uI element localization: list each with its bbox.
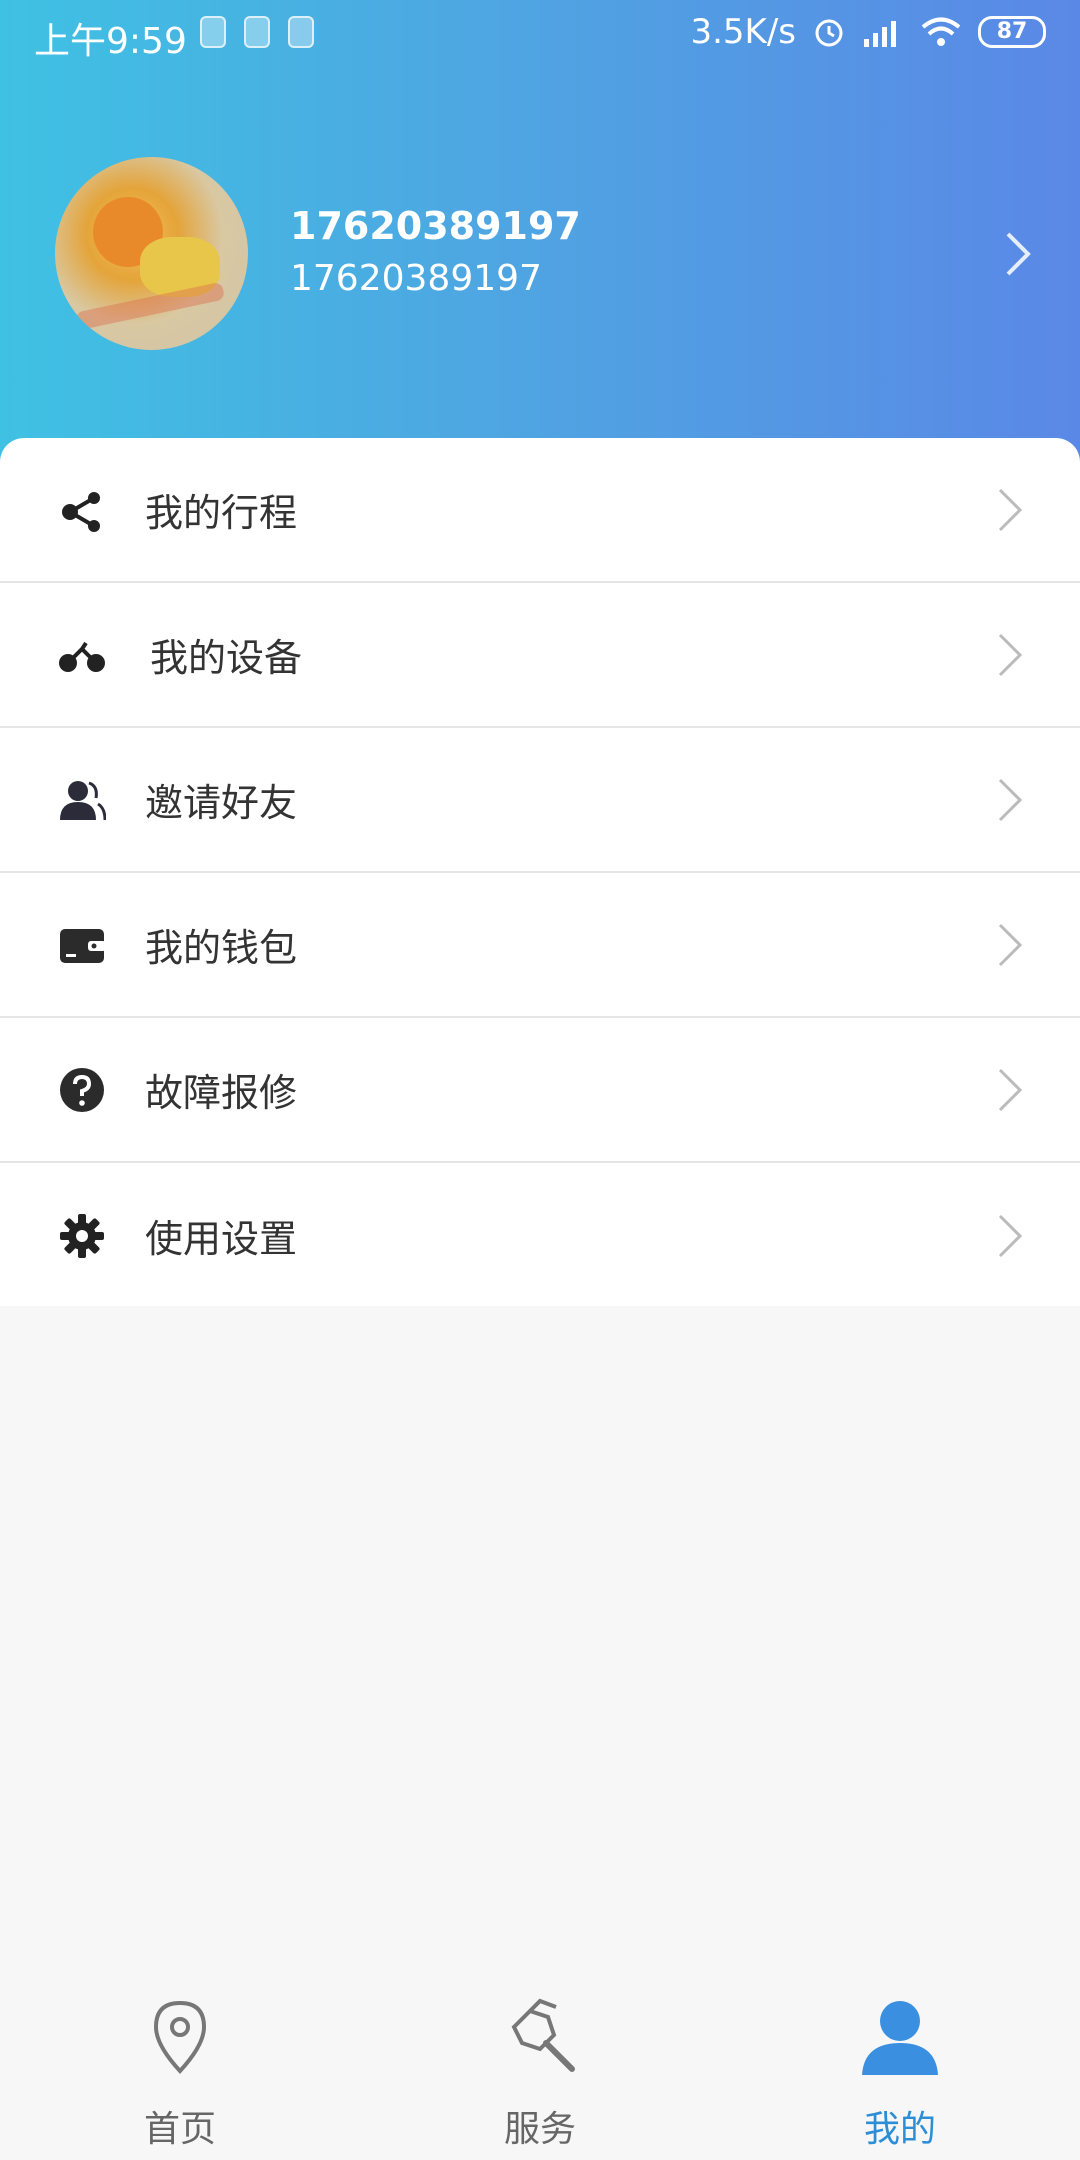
- profile-header: 上午9:59 3.5K/s 87 17620389197 17620389197: [0, 0, 1080, 470]
- status-right: 3.5K/s 87: [690, 12, 1046, 52]
- notification-icons: [200, 16, 314, 48]
- chevron-right-icon: [998, 488, 1023, 531]
- gear-icon: [60, 1213, 104, 1258]
- menu-item-my-devices[interactable]: 我的设备: [0, 583, 1080, 728]
- question-icon: [60, 1067, 104, 1112]
- bicycle-icon: [59, 641, 105, 672]
- person-icon: [862, 2001, 938, 2075]
- menu-item-fault-report[interactable]: 故障报修: [0, 1018, 1080, 1163]
- alarm-icon: [815, 19, 843, 47]
- app-notification-icon: [200, 16, 226, 48]
- tab-label: 首页: [143, 2109, 216, 2150]
- menu-item-label: 使用设置: [145, 1217, 298, 1261]
- menu-item-invite-friends[interactable]: 邀请好友: [0, 728, 1080, 873]
- tab-label: 服务: [503, 2109, 576, 2150]
- menu-list: 我的行程 我的设备 邀请好友 我的钱包 故障报修 使用设置: [0, 438, 1080, 1306]
- wrench-icon: [511, 1998, 575, 2072]
- chevron-right-icon: [998, 923, 1023, 966]
- location-pin-icon: [153, 2000, 207, 2074]
- status-bar: 上午9:59 3.5K/s 87: [0, 0, 1080, 70]
- menu-item-settings[interactable]: 使用设置: [0, 1163, 1080, 1308]
- chevron-right-icon: [998, 633, 1023, 676]
- wallet-icon: [60, 928, 106, 963]
- tab-service[interactable]: 服务: [440, 1975, 640, 2160]
- tab-mine[interactable]: 我的: [800, 1975, 1000, 2160]
- signal-icon: [864, 21, 896, 47]
- menu-item-label: 我的设备: [150, 636, 303, 680]
- menu-item-my-wallet[interactable]: 我的钱包: [0, 873, 1080, 1018]
- users-icon: [60, 780, 106, 820]
- menu-item-my-trips[interactable]: 我的行程: [0, 438, 1080, 583]
- menu-item-label: 邀请好友: [145, 781, 298, 825]
- menu-item-label: 我的行程: [145, 491, 298, 535]
- bottom-tab-bar: 首页 服务 我的: [0, 1975, 1080, 2160]
- profile-name[interactable]: 17620389197: [290, 204, 581, 248]
- app-notification-icon: [288, 16, 314, 48]
- chevron-right-icon: [998, 1214, 1023, 1257]
- chevron-right-icon[interactable]: [998, 230, 1038, 278]
- screen: 上午9:59 3.5K/s 87 17620389197 17620389197…: [0, 0, 1080, 2160]
- chevron-right-icon: [998, 1068, 1023, 1111]
- menu-item-label: 故障报修: [145, 1071, 298, 1115]
- avatar[interactable]: [55, 157, 248, 350]
- network-speed: 3.5K/s: [690, 12, 796, 52]
- share-icon: [62, 491, 100, 532]
- status-time: 上午9:59: [34, 21, 187, 62]
- tab-home[interactable]: 首页: [80, 1975, 280, 2160]
- chevron-right-icon: [998, 778, 1023, 821]
- battery-indicator: 87: [978, 16, 1046, 48]
- app-notification-icon: [244, 16, 270, 48]
- profile-phone: 17620389197: [290, 258, 542, 299]
- menu-item-label: 我的钱包: [145, 926, 298, 970]
- tab-label: 我的: [863, 2109, 936, 2150]
- wifi-icon: [921, 17, 961, 46]
